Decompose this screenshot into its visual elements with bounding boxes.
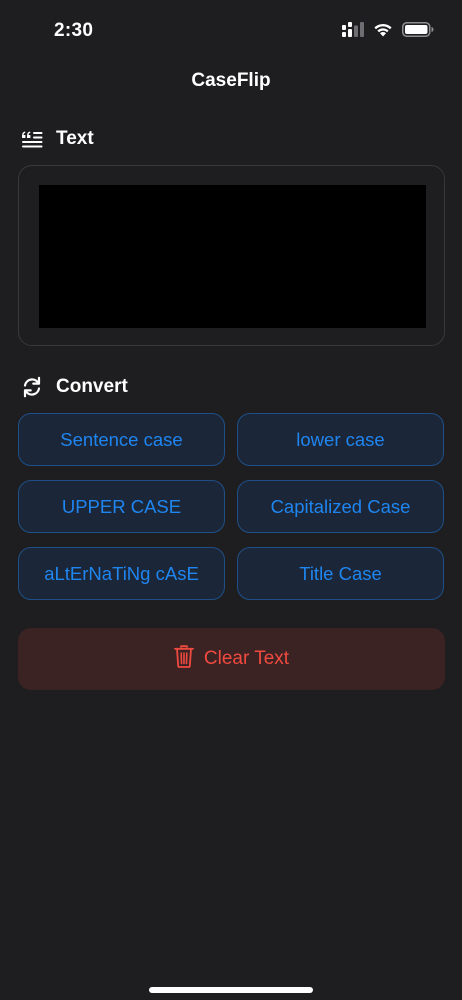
cellular-signal-icon	[342, 22, 364, 37]
text-input-card	[18, 165, 445, 346]
app-screen: 2:30 CaseFlip Text Convert Sentence case…	[0, 0, 462, 1000]
title-case-button[interactable]: Title Case	[237, 547, 444, 600]
text-section-header: Text	[20, 127, 94, 151]
wifi-icon	[373, 22, 393, 37]
clear-text-label: Clear Text	[203, 648, 290, 669]
status-icons	[342, 22, 434, 37]
convert-section-header: Convert	[20, 375, 128, 399]
status-time: 2:30	[54, 20, 94, 41]
home-indicator[interactable]	[149, 987, 313, 993]
clear-text-button[interactable]: Clear Text	[18, 628, 445, 690]
lower-case-button[interactable]: lower case	[237, 413, 444, 466]
text-input-area[interactable]	[39, 185, 426, 328]
trash-icon	[174, 644, 194, 674]
status-bar: 2:30	[0, 0, 462, 60]
convert-section-label: Convert	[56, 376, 128, 397]
text-quote-icon	[20, 127, 44, 151]
text-section-label: Text	[56, 128, 94, 149]
upper-case-button[interactable]: UPPER CASE	[18, 480, 225, 533]
page-title: CaseFlip	[191, 70, 271, 91]
battery-icon	[402, 22, 434, 37]
capitalized-case-button[interactable]: Capitalized Case	[237, 480, 444, 533]
alternating-case-button[interactable]: aLtErNaTiNg cAsE	[18, 547, 225, 600]
sentence-case-button[interactable]: Sentence case	[18, 413, 225, 466]
refresh-arrows-icon	[20, 375, 44, 399]
